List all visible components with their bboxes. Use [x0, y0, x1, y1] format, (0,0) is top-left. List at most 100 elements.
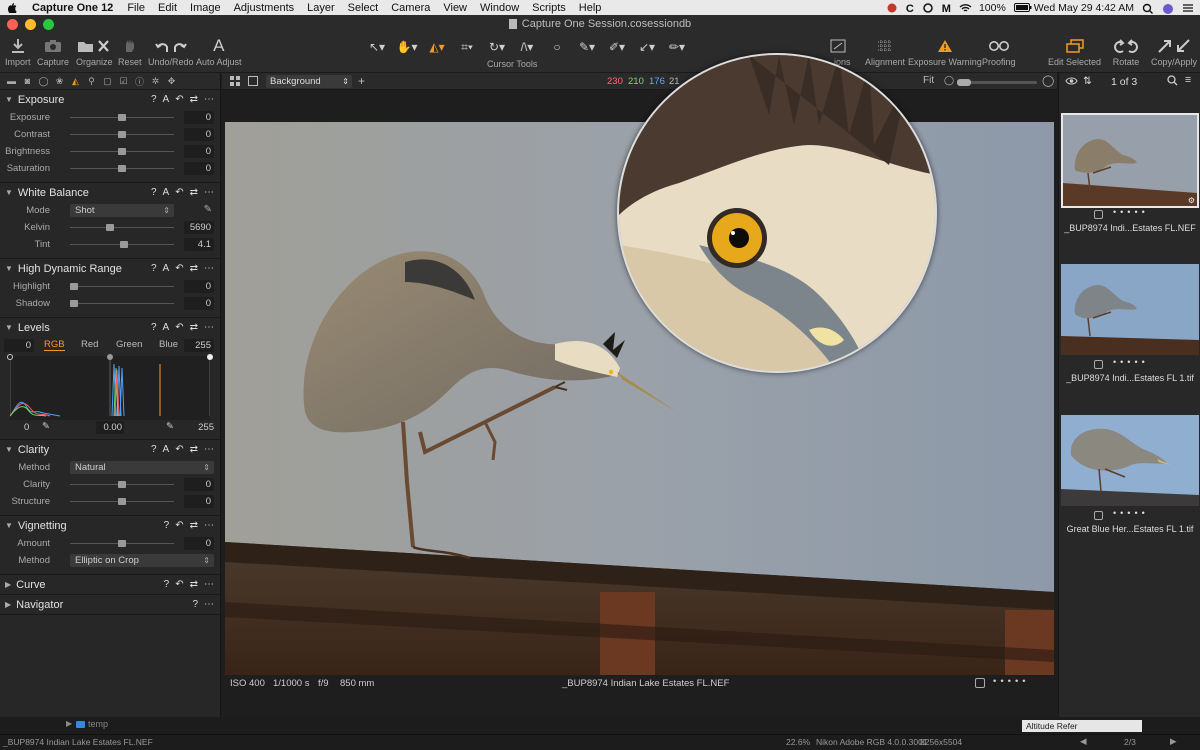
- grid-view-icon[interactable]: [230, 76, 240, 89]
- contrast-value[interactable]: 0: [184, 128, 214, 141]
- menu-help[interactable]: Help: [579, 2, 602, 14]
- tab-blue[interactable]: Blue: [159, 339, 178, 350]
- expand-triangle-icon[interactable]: ▶: [5, 600, 11, 609]
- layer-select[interactable]: Background ⇕: [266, 75, 352, 88]
- single-view-icon[interactable]: [248, 76, 258, 89]
- rating-dots[interactable]: •••••: [993, 676, 1030, 687]
- menu-edit[interactable]: Edit: [158, 2, 177, 14]
- curve-header[interactable]: ▶ Curve ? ↶ ⇄ ⋯: [0, 575, 220, 594]
- auto-icon[interactable]: A: [163, 263, 170, 274]
- reset-tool-icon[interactable]: ↶: [175, 187, 183, 198]
- menu-layer[interactable]: Layer: [307, 2, 335, 14]
- reset-tool-icon[interactable]: ↶: [175, 94, 183, 105]
- black-point-handle[interactable]: [7, 354, 13, 360]
- color-tab-icon[interactable]: ❀: [54, 76, 65, 87]
- more-icon[interactable]: ⋯: [204, 263, 214, 274]
- spot-removal-icon[interactable]: ○: [545, 38, 569, 56]
- menu-image[interactable]: Image: [190, 2, 221, 14]
- wifi-icon[interactable]: [959, 3, 972, 13]
- more-icon[interactable]: ⋯: [204, 520, 214, 531]
- capture-button[interactable]: Capture: [37, 35, 69, 67]
- zoom-window-button[interactable]: [43, 19, 54, 30]
- collapse-triangle-icon[interactable]: ▼: [5, 323, 13, 332]
- details-tab-icon[interactable]: ⚲: [86, 76, 97, 87]
- thumbnail-3[interactable]: [1061, 415, 1199, 510]
- select-checkbox[interactable]: [975, 678, 985, 688]
- next-arrow-icon[interactable]: ▶: [1170, 736, 1177, 747]
- tint-value[interactable]: 4.1: [184, 238, 214, 251]
- output-tab-icon[interactable]: ☑: [118, 76, 129, 87]
- thumb-checkbox[interactable]: [1094, 511, 1103, 520]
- previous-arrow-icon[interactable]: ◀: [1080, 736, 1087, 747]
- zoom-slider-knob[interactable]: [957, 79, 971, 86]
- white-point-handle[interactable]: [207, 354, 213, 360]
- m-app-icon[interactable]: M: [942, 3, 951, 15]
- thumb-edit-gear-icon[interactable]: ⚙: [1188, 196, 1195, 205]
- c-app-icon[interactable]: C: [906, 3, 914, 15]
- local-adjustments-tab-icon[interactable]: ▢: [102, 76, 113, 87]
- view-eye-icon[interactable]: [1065, 76, 1078, 89]
- exposure-tool-header[interactable]: ▼ Exposure ? A ↶ ⇄ ⋯: [0, 90, 220, 109]
- menu-window[interactable]: Window: [480, 2, 519, 14]
- highlight-slider-knob[interactable]: [70, 283, 78, 290]
- loupe-magnifier[interactable]: [617, 53, 937, 373]
- collapse-triangle-icon[interactable]: ▼: [5, 521, 13, 530]
- exposure-tab-icon[interactable]: ◭: [70, 76, 81, 87]
- collapse-triangle-icon[interactable]: ▼: [5, 445, 13, 454]
- alignment-button[interactable]: Alignment: [865, 35, 905, 67]
- adjustments-tab-icon[interactable]: ✲: [150, 76, 161, 87]
- collapse-triangle-icon[interactable]: ▼: [5, 95, 13, 104]
- more-icon[interactable]: ⋯: [204, 187, 214, 198]
- brightness-slider-knob[interactable]: [118, 148, 126, 155]
- thumb-checkbox[interactable]: [1094, 360, 1103, 369]
- reset-button[interactable]: Reset: [118, 35, 142, 67]
- auto-icon[interactable]: A: [163, 187, 170, 198]
- rotate-cursor-icon[interactable]: ↻▾: [485, 38, 509, 56]
- proofing-button[interactable]: Proofing: [982, 35, 1016, 67]
- tint-slider[interactable]: [70, 241, 174, 248]
- white-balance-header[interactable]: ▼ White Balance ? A ↶ ⇄ ⋯: [0, 183, 220, 202]
- clarity-slider[interactable]: [70, 481, 174, 488]
- kelvin-value[interactable]: 5690: [184, 221, 214, 234]
- navigator-header[interactable]: ▶ Navigator ? ⋯: [0, 595, 220, 614]
- saturation-value[interactable]: 0: [184, 162, 214, 175]
- mid-point-handle[interactable]: [107, 354, 113, 360]
- auto-adjust-button[interactable]: A Auto Adjust: [196, 35, 242, 67]
- menu-camera[interactable]: Camera: [391, 2, 430, 14]
- spotlight-icon[interactable]: [1142, 3, 1154, 14]
- disclosure-triangle-icon[interactable]: ▶: [66, 719, 72, 728]
- vignetting-amount-knob[interactable]: [118, 540, 126, 547]
- wb-mode-select[interactable]: Shot ⇕: [70, 204, 174, 217]
- auto-icon[interactable]: A: [163, 94, 170, 105]
- more-icon[interactable]: ⋯: [204, 94, 214, 105]
- levels-histogram[interactable]: [7, 354, 213, 420]
- battery-icon[interactable]: [1013, 2, 1032, 13]
- zoom-fit-label[interactable]: Fit: [923, 75, 934, 86]
- eraser-icon[interactable]: ✏▾: [665, 38, 689, 56]
- add-layer-icon[interactable]: +: [358, 74, 365, 88]
- reset-tool-icon[interactable]: ↶: [175, 322, 183, 333]
- contrast-slider[interactable]: [70, 131, 174, 138]
- output-mid-value[interactable]: 0.00: [96, 421, 124, 434]
- copy-tool-icon[interactable]: ⇄: [190, 187, 198, 198]
- capture-tab-icon[interactable]: ◙: [22, 76, 33, 87]
- search-icon[interactable]: [1167, 75, 1178, 89]
- clarity-slider-knob[interactable]: [118, 481, 126, 488]
- structure-value[interactable]: 0: [184, 495, 214, 508]
- apple-icon[interactable]: [6, 2, 18, 14]
- vignetting-method-select[interactable]: Elliptic on Crop ⇕: [70, 554, 214, 567]
- tab-green[interactable]: Green: [116, 339, 142, 350]
- help-icon[interactable]: ?: [151, 94, 157, 105]
- menu-file[interactable]: File: [127, 2, 145, 14]
- help-icon[interactable]: ?: [151, 444, 157, 455]
- thumb-rating-dots[interactable]: •••••: [1113, 357, 1149, 367]
- menu-adjustments[interactable]: Adjustments: [234, 2, 295, 14]
- thumb-checkbox[interactable]: [1094, 210, 1103, 219]
- output-low-value[interactable]: 0: [24, 422, 29, 433]
- structure-slider-knob[interactable]: [118, 498, 126, 505]
- thumb-rating-dots[interactable]: •••••: [1113, 508, 1149, 518]
- copy-tool-icon[interactable]: ⇄: [190, 444, 198, 455]
- circle-status-icon[interactable]: [922, 2, 934, 13]
- levels-low-value[interactable]: 0: [4, 339, 34, 352]
- reset-tool-icon[interactable]: ↶: [175, 444, 183, 455]
